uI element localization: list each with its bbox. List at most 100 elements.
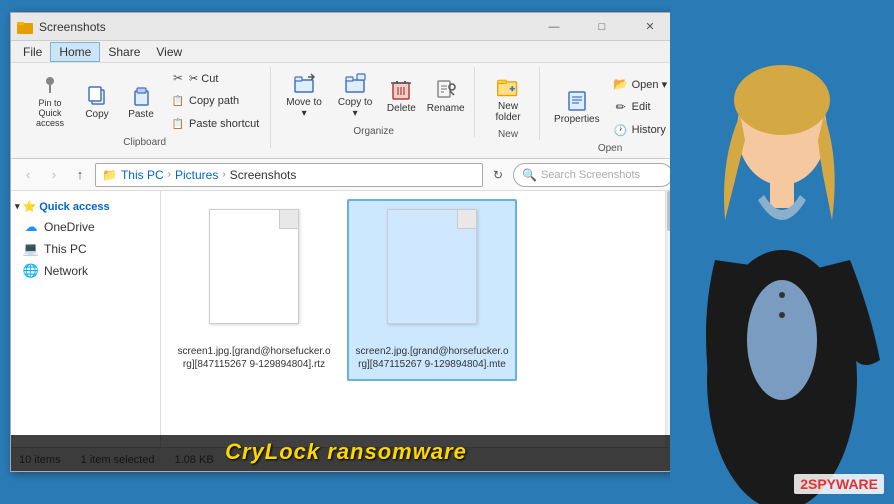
delete-label: Delete <box>387 103 416 114</box>
search-box[interactable]: 🔍 Search Screenshots <box>513 163 673 187</box>
watermark-brand: SPYWARE <box>808 476 878 492</box>
watermark: 2SPYWARE <box>794 474 884 494</box>
new-folder-button[interactable]: Newfolder <box>483 71 533 127</box>
ribbon-main-row: Pin to Quick access Copy <box>25 67 264 135</box>
sidebar-this-pc[interactable]: 💻 This PC <box>11 238 160 260</box>
cut-button[interactable]: ✂ ✂ Cut <box>165 67 264 89</box>
folder-icon-small: 📁 <box>102 168 117 182</box>
rename-button[interactable]: Rename <box>423 73 468 118</box>
history-icon: 🕐 <box>613 122 629 138</box>
copy-path-label: Copy path <box>189 95 239 107</box>
bottom-label: CryLock ransomware <box>11 435 681 471</box>
open-icon: 📂 <box>613 76 629 92</box>
onedrive-label: OneDrive <box>44 220 95 234</box>
copy-path-icon: 📋 <box>170 93 186 109</box>
explorer-window: Screenshots — □ ✕ File Home Share View <box>10 12 680 472</box>
network-icon: 🌐 <box>23 263 39 279</box>
sidebar: ▾ ⭐ Quick access ☁ OneDrive 💻 This PC 🌐 … <box>11 191 161 447</box>
pin-to-quick-access-button[interactable]: Pin to Quick access <box>25 69 75 133</box>
copy-to-button[interactable]: Copy to ▾ <box>331 67 380 123</box>
open-label: Open <box>598 141 622 154</box>
edit-button[interactable]: ✏ Edit <box>608 96 673 118</box>
bottom-label-text: CryLock ransomware <box>225 439 467 464</box>
star-icon: ⭐ <box>23 200 37 213</box>
open-button[interactable]: 📂 Open ▾ <box>608 73 673 95</box>
paste-shortcut-icon: 📋 <box>170 116 186 132</box>
copy-label: Copy <box>85 109 108 120</box>
menu-home[interactable]: Home <box>50 42 100 62</box>
move-icon <box>292 71 316 95</box>
properties-label: Properties <box>554 114 600 125</box>
open-small-buttons: 📂 Open ▾ ✏ Edit 🕐 History <box>608 73 673 141</box>
menu-file[interactable]: File <box>15 42 50 62</box>
file-icon-1 <box>204 209 304 339</box>
ribbon: Pin to Quick access Copy <box>11 63 679 159</box>
forward-button[interactable]: › <box>43 164 65 186</box>
open-row: Properties 📂 Open ▾ ✏ Edit 🕐 History <box>548 67 672 141</box>
sidebar-quick-access[interactable]: ▾ ⭐ Quick access <box>11 197 160 216</box>
path-this-pc[interactable]: This PC <box>121 168 164 182</box>
maximize-button[interactable]: □ <box>579 13 625 41</box>
path-pictures[interactable]: Pictures <box>175 168 218 182</box>
copy-button[interactable]: Copy <box>77 79 117 124</box>
menu-share[interactable]: Share <box>100 42 148 62</box>
file-item-2[interactable]: screen2.jpg.[grand@horsefucker.org][8471… <box>347 199 517 381</box>
history-label: History <box>632 124 666 136</box>
paste-shortcut-label: Paste shortcut <box>189 118 259 130</box>
paste-shortcut-button[interactable]: 📋 Paste shortcut <box>165 113 264 135</box>
organize-row: Move to ▾ Copy to ▾ <box>279 67 468 123</box>
file-icon-2 <box>382 209 482 339</box>
edit-icon: ✏ <box>613 99 629 115</box>
menu-view[interactable]: View <box>148 42 190 62</box>
thispc-icon: 💻 <box>23 241 39 257</box>
search-placeholder: Search Screenshots <box>541 169 640 181</box>
file-name-2: screen2.jpg.[grand@horsefucker.org][8471… <box>355 345 509 371</box>
delete-icon <box>389 77 413 101</box>
edit-label: Edit <box>632 101 651 113</box>
close-button[interactable]: ✕ <box>627 13 673 41</box>
onedrive-icon: ☁ <box>23 219 39 235</box>
address-bar: ‹ › ↑ 📁 This PC › Pictures › Screenshots… <box>11 159 679 191</box>
copy-to-icon <box>343 71 367 95</box>
content-area: ▾ ⭐ Quick access ☁ OneDrive 💻 This PC 🌐 … <box>11 191 679 447</box>
copy-path-button[interactable]: 📋 Copy path <box>165 90 264 112</box>
delete-button[interactable]: Delete <box>381 73 421 118</box>
rename-label: Rename <box>427 103 465 114</box>
window-controls: — □ ✕ <box>531 13 673 41</box>
copy-to-label: Copy to ▾ <box>337 97 374 119</box>
title-bar: Screenshots — □ ✕ <box>11 13 679 41</box>
new-folder-icon <box>496 75 520 99</box>
ribbon-organize-group: Move to ▾ Copy to ▾ <box>273 67 475 137</box>
move-to-label: Move to ▾ <box>285 97 323 119</box>
clipboard-label: Clipboard <box>123 135 166 148</box>
file-name-1: screen1.jpg.[grand@horsefucker.org][8471… <box>177 345 331 371</box>
window-icon <box>17 19 33 35</box>
file-grid: screen1.jpg.[grand@horsefucker.org][8471… <box>161 191 679 447</box>
ribbon-clipboard-group: Pin to Quick access Copy <box>19 67 271 148</box>
search-icon: 🔍 <box>522 168 537 182</box>
address-path[interactable]: 📁 This PC › Pictures › Screenshots <box>95 163 483 187</box>
history-button[interactable]: 🕐 History <box>608 119 673 141</box>
refresh-button[interactable]: ↻ <box>487 164 509 186</box>
network-label: Network <box>44 264 88 278</box>
paste-icon <box>129 83 153 107</box>
menu-bar: File Home Share View <box>11 41 679 63</box>
paste-label: Paste <box>128 109 154 120</box>
copy-icon <box>85 83 109 107</box>
properties-button[interactable]: Properties <box>548 84 606 129</box>
sidebar-onedrive[interactable]: ☁ OneDrive <box>11 216 160 238</box>
up-button[interactable]: ↑ <box>69 164 91 186</box>
rename-icon <box>434 77 458 101</box>
paste-button[interactable]: Paste <box>119 79 163 124</box>
minimize-button[interactable]: — <box>531 13 577 41</box>
quick-access-label: Quick access <box>39 201 109 213</box>
back-button[interactable]: ‹ <box>17 164 39 186</box>
pin-icon <box>38 73 62 97</box>
file-item-1[interactable]: screen1.jpg.[grand@horsefucker.org][8471… <box>169 199 339 381</box>
organize-label: Organize <box>353 124 394 137</box>
window-title: Screenshots <box>39 20 531 34</box>
move-to-button[interactable]: Move to ▾ <box>279 67 329 123</box>
sidebar-network[interactable]: 🌐 Network <box>11 260 160 282</box>
chevron-icon: ▾ <box>15 201 20 212</box>
path-screenshots: Screenshots <box>230 168 297 182</box>
